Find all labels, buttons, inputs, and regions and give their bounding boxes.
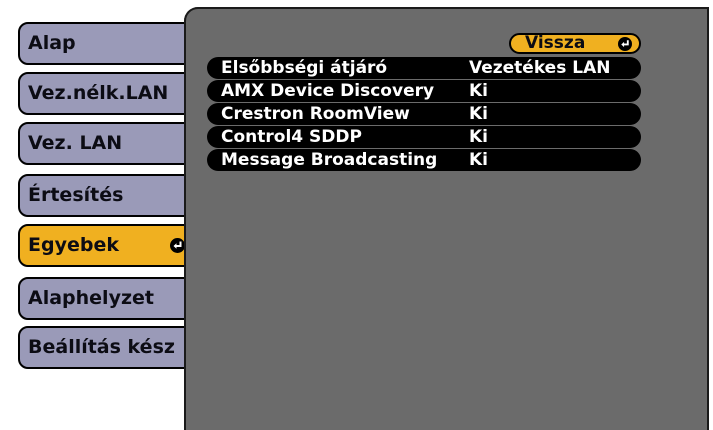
menu-item-label: Alap	[28, 32, 76, 54]
setting-value: Vezetékes LAN	[469, 58, 611, 78]
setting-row-crestron-roomview[interactable]: Crestron RoomView Ki	[207, 103, 641, 125]
enter-icon	[170, 238, 185, 253]
menu-item-label: Értesítés	[28, 184, 124, 206]
menu-item-alap[interactable]: Alap	[18, 22, 194, 65]
menu-item-label: Beállítás kész	[28, 336, 175, 358]
back-button-label: Vissza	[525, 33, 586, 53]
setting-row-elsobbsegi-atjaro[interactable]: Elsőbbségi átjáró Vezetékes LAN	[207, 57, 641, 79]
setting-value: Ki	[469, 127, 489, 147]
menu-item-egyebek[interactable]: Egyebek	[18, 224, 194, 267]
menu-item-alaphelyzet[interactable]: Alaphelyzet	[18, 277, 194, 320]
setting-label: Control4 SDDP	[221, 127, 362, 147]
settings-menu: Alap Vez.nélk.LAN Vez. LAN Értesítés Egy…	[0, 0, 196, 430]
setting-row-message-broadcasting[interactable]: Message Broadcasting Ki	[207, 149, 641, 171]
menu-item-label: Vez. LAN	[28, 132, 123, 154]
back-button[interactable]: Vissza	[509, 33, 641, 54]
enter-icon	[618, 37, 632, 51]
menu-item-label: Vez.nélk.LAN	[28, 82, 169, 104]
setting-value: Ki	[469, 104, 489, 124]
setting-row-control4-sddp[interactable]: Control4 SDDP Ki	[207, 126, 641, 148]
setting-label: Crestron RoomView	[221, 104, 410, 124]
menu-item-label: Alaphelyzet	[28, 287, 154, 309]
setting-label: Message Broadcasting	[221, 150, 438, 170]
setting-value: Ki	[469, 150, 489, 170]
projector-settings-screen: Alap Vez.nélk.LAN Vez. LAN Értesítés Egy…	[0, 0, 713, 430]
setting-label: Elsőbbségi átjáró	[221, 58, 388, 78]
menu-item-label: Egyebek	[28, 234, 119, 256]
setting-row-amx-device-discovery[interactable]: AMX Device Discovery Ki	[207, 80, 641, 102]
setting-label: AMX Device Discovery	[221, 81, 435, 101]
menu-item-beallitas-kesz[interactable]: Beállítás kész	[18, 326, 194, 369]
menu-item-ertesites[interactable]: Értesítés	[18, 174, 194, 217]
menu-item-vez-lan[interactable]: Vez. LAN	[18, 122, 194, 165]
menu-item-vez-nelk-lan[interactable]: Vez.nélk.LAN	[18, 72, 194, 115]
setting-value: Ki	[469, 81, 489, 101]
